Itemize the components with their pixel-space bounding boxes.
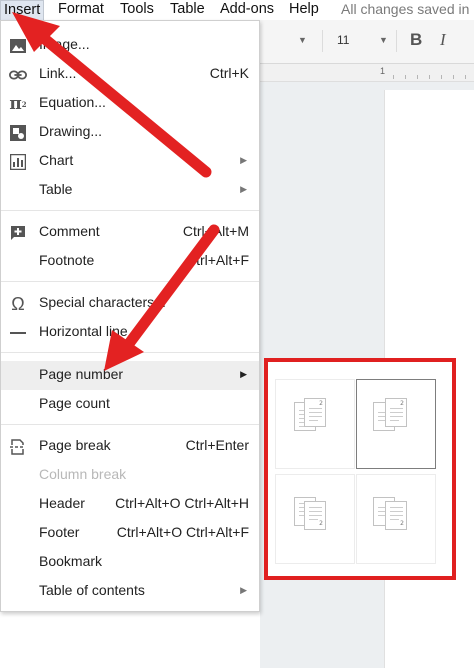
menu-item-image[interactable]: Image... [1,31,259,60]
horizontal-line-icon [9,324,27,342]
insert-menu: Image... Link... Ctrl+K π2 Equation... D… [0,20,260,612]
omega-icon: Ω [11,293,25,314]
font-size-field[interactable]: 11 [337,33,349,47]
menu-item-page-number[interactable]: Page number ▶ [1,361,259,390]
footnote-shortcut: Ctrl+Alt+F [185,252,249,268]
menu-add-ons[interactable]: Add-ons [220,0,274,20]
menu-item-horizontal-line[interactable]: Horizontal line [1,318,259,347]
page-break-icon [9,438,27,456]
menu-item-drawing[interactable]: Drawing... [1,118,259,147]
image-icon [9,37,27,55]
menu-item-page-break[interactable]: Page break Ctrl+Enter [1,432,259,461]
menu-item-equation[interactable]: π2 Equation... [1,89,259,118]
menu-insert[interactable]: Insert [0,0,45,20]
italic-icon[interactable]: I [440,30,446,50]
page-number-submenu: 2 1 2 [264,358,456,580]
submenu-arrow-icon: ▶ [240,369,247,379]
menu-table[interactable]: Table [170,0,205,20]
submenu-arrow-icon: ▶ [240,585,247,595]
submenu-arrow-icon: ▶ [240,184,247,194]
comment-shortcut: Ctrl+Alt+M [182,223,249,239]
menu-item-link[interactable]: Link... Ctrl+K [1,60,259,89]
chart-icon [9,153,27,171]
font-size-dropdown-arrow-icon[interactable]: ▼ [379,35,388,45]
menu-item-footer[interactable]: Footer Ctrl+Alt+O Ctrl+Alt+F [1,519,259,548]
footer-shortcut: Ctrl+Alt+O Ctrl+Alt+F [116,524,249,540]
menu-item-page-count[interactable]: Page count [1,390,259,419]
toolbar-divider [396,30,397,52]
menu-divider [1,424,259,425]
menu-divider [1,210,259,211]
menu-bar: Insert Format Tools Table Add-ons Help A… [0,0,474,20]
drawing-icon [9,124,27,142]
menu-item-table-of-contents[interactable]: Table of contents ▶ [1,577,259,606]
menu-divider [1,281,259,282]
save-status: All changes saved in [341,1,470,17]
menu-help[interactable]: Help [289,0,319,20]
submenu-arrow-icon: ▶ [240,155,247,165]
page-sheet: 2 [385,398,407,427]
menu-item-special-characters[interactable]: Ω Special characters... [1,289,259,318]
font-dropdown-arrow-icon[interactable]: ▼ [298,35,307,45]
menu-item-footnote[interactable]: Footnote Ctrl+Alt+F [1,247,259,276]
menu-item-column-break: Column break [39,466,127,482]
page-number-option-top-all[interactable]: 2 1 [275,379,355,469]
toolbar-divider [322,30,323,52]
page-break-shortcut: Ctrl+Enter [185,437,249,453]
menu-item-chart[interactable]: Chart ▶ [1,147,259,176]
menu-item-bookmark[interactable]: Bookmark [1,548,259,577]
pi-icon: π2 [9,94,27,114]
menu-format[interactable]: Format [58,0,104,20]
header-shortcut: Ctrl+Alt+O Ctrl+Alt+H [115,495,249,511]
menu-divider [1,352,259,353]
link-shortcut: Ctrl+K [209,65,249,81]
menu-item-comment[interactable]: Comment Ctrl+Alt+M [1,218,259,247]
comment-icon [9,224,27,242]
menu-tools[interactable]: Tools [120,0,154,20]
page-number-option-top-skip-first[interactable]: 2 [356,379,436,469]
bold-icon[interactable]: B [410,30,422,50]
ruler-number: 1 [380,66,386,76]
page-number-option-bottom-skip-first[interactable]: 2 [356,474,436,564]
menu-item-header[interactable]: Header Ctrl+Alt+O Ctrl+Alt+H [1,490,259,519]
page-sheet: 2 [304,398,326,427]
page-number-option-bottom-all[interactable]: 2 1 [275,474,355,564]
page-sheet: 2 [385,501,407,530]
ruler: 1 [260,64,474,82]
link-icon [9,66,27,84]
menu-item-table[interactable]: Table ▶ [1,176,259,205]
page-sheet: 2 [304,501,326,530]
